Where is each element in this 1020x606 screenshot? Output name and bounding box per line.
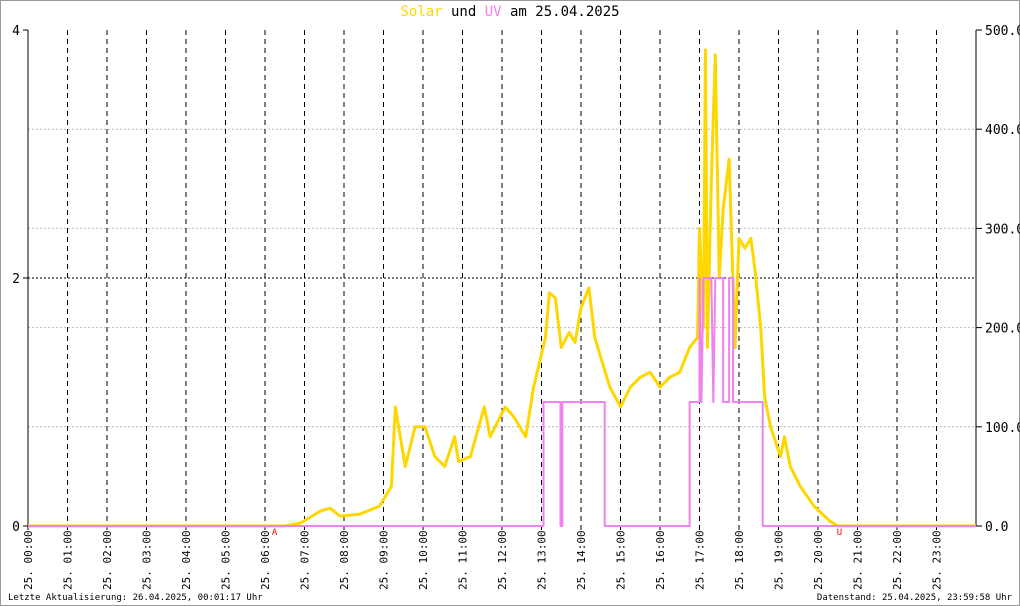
right-tick-label: 300.0 <box>985 222 1020 237</box>
x-tick-label: 25. 15:00 <box>615 530 628 590</box>
x-tick-label: 25. 14:00 <box>575 530 588 590</box>
x-tick-label: 25. 07:00 <box>299 530 312 590</box>
x-tick-label: 25. 23:00 <box>931 530 944 590</box>
x-tick-label: 25. 06:00 <box>259 530 272 590</box>
x-tick-label: 25. 20:00 <box>812 530 825 590</box>
right-tick-label: 500.0 <box>985 24 1020 39</box>
right-tick-label: 100.0 <box>985 421 1020 436</box>
x-tick-label: 25. 12:00 <box>496 530 509 590</box>
x-tick-label: 25. 02:00 <box>101 530 114 590</box>
x-tick-label: 25. 00:00 <box>22 530 35 590</box>
last-update: Letzte Aktualisierung: 26.04.2025, 00:01… <box>8 593 263 603</box>
x-tick-label: 25. 17:00 <box>694 530 707 590</box>
x-tick-label: 25. 10:00 <box>417 530 430 590</box>
x-tick-label: 25. 22:00 <box>891 530 904 590</box>
right-tick-label: 400.0 <box>985 123 1020 138</box>
chart-container: Solar und UV am 25.04.2025 0.0100.0200.0… <box>0 0 1020 606</box>
x-tick-label: 25. 18:00 <box>733 530 746 590</box>
right-tick-label: 0.0 <box>985 520 1008 535</box>
chart-svg: 0.0 100.0 200.0 300.0 400.0 500.0 0 2 4 25. 00:00… <box>12 24 1020 590</box>
right-tick-label: 200.0 <box>985 322 1020 337</box>
x-tick-label: 25. 11:00 <box>457 530 470 590</box>
x-tick-label: 25. 05:00 <box>220 530 233 590</box>
data-status: Datenstand: 25.04.2025, 23:59:58 Uhr <box>816 593 1012 603</box>
x-tick-label: 25. 01:00 <box>62 530 75 590</box>
x-tick-label: 25. 04:00 <box>180 530 193 590</box>
x-tick-label: 25. 21:00 <box>852 530 865 590</box>
left-tick-label: 2 <box>12 272 20 287</box>
x-tick-label: 25. 09:00 <box>378 530 391 590</box>
x-tick-label: 25. 13:00 <box>536 530 549 590</box>
sun-marker-U: U <box>837 528 842 538</box>
sun-marker-A: A <box>272 528 278 538</box>
left-tick-label: 0 <box>12 520 20 535</box>
x-tick-label: 25. 03:00 <box>141 530 154 590</box>
left-tick-label: 4 <box>12 24 20 39</box>
x-tick-label: 25. 16:00 <box>654 530 667 590</box>
x-tick-label: 25. 08:00 <box>338 530 351 590</box>
x-tick-label: 25. 19:00 <box>773 530 786 590</box>
